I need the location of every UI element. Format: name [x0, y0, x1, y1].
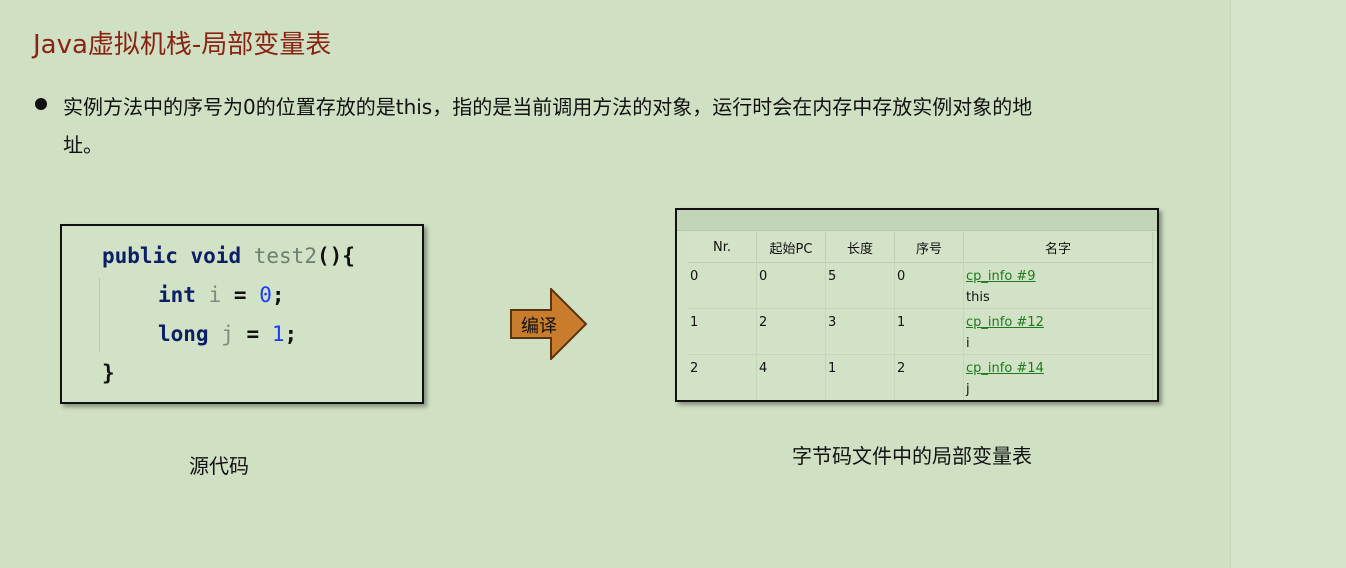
column-header: 序号	[894, 232, 964, 263]
compile-label: 编译	[521, 316, 557, 337]
local-variable-table: Nr. 起始PC 长度 序号 名字 0 0 5 0 cp_info #9 this…	[688, 232, 1153, 400]
number-literal: 0	[259, 283, 272, 307]
method-name: test2	[253, 244, 317, 268]
bullet-icon	[35, 98, 47, 110]
punctuation: ;	[271, 283, 285, 307]
code-line-1: public void test2(){	[102, 244, 355, 268]
table-row[interactable]: 2 4 1 2 cp_info #14 j	[688, 354, 1153, 400]
cell-nr: 0	[688, 262, 757, 309]
cell-start-pc: 2	[756, 308, 826, 355]
column-header: Nr.	[688, 232, 757, 263]
variable: j	[221, 322, 234, 346]
column-header: 起始PC	[756, 232, 826, 263]
indent-guide	[99, 278, 100, 352]
table-row[interactable]: 1 2 3 1 cp_info #12 i	[688, 308, 1153, 355]
cp-info-link[interactable]: cp_info #14	[966, 361, 1044, 376]
cell-index: 0	[894, 262, 964, 309]
code-line-4: }	[102, 361, 115, 385]
cell-name: cp_info #12 i	[963, 308, 1153, 355]
punctuation: (){	[316, 244, 355, 268]
variable-name: j	[966, 382, 970, 397]
number-literal: 1	[271, 322, 285, 346]
operator: =	[246, 322, 260, 346]
source-code-caption: 源代码	[189, 454, 249, 478]
column-header: 名字	[963, 232, 1153, 263]
side-panel	[1230, 0, 1346, 568]
variable-name: this	[966, 290, 990, 305]
keyword: int	[158, 283, 196, 307]
cell-length: 1	[825, 354, 895, 400]
keyword: public	[102, 244, 178, 268]
cell-index: 1	[894, 308, 964, 355]
cell-name: cp_info #14 j	[963, 354, 1153, 400]
code-line-3: long j = 1;	[158, 322, 297, 346]
cell-nr: 1	[688, 308, 757, 355]
table-row[interactable]: 0 0 5 0 cp_info #9 this	[688, 262, 1153, 309]
punctuation: ;	[284, 322, 298, 346]
source-code-box: public void test2(){ int i = 0; long j =…	[60, 224, 424, 404]
panel-toolbar	[677, 210, 1157, 231]
cell-name: cp_info #9 this	[963, 262, 1153, 309]
column-header: 长度	[825, 232, 895, 263]
table-header-row: Nr. 起始PC 长度 序号 名字	[688, 232, 1153, 263]
variable: i	[208, 283, 222, 307]
keyword: long	[158, 322, 209, 346]
code-line-2: int i = 0;	[158, 283, 285, 307]
keyword: void	[190, 244, 242, 268]
bullet-text: 实例方法中的序号为0的位置存放的是this，指的是当前调用方法的对象，运行时会在…	[63, 95, 1033, 157]
cell-length: 3	[825, 308, 895, 355]
cell-nr: 2	[688, 354, 757, 400]
cp-info-link[interactable]: cp_info #12	[966, 315, 1044, 330]
cell-start-pc: 0	[756, 262, 826, 309]
bytecode-caption: 字节码文件中的局部变量表	[792, 444, 1032, 468]
operator: =	[233, 283, 247, 307]
slide-title: Java虚拟机栈-局部变量表	[33, 30, 332, 60]
cell-start-pc: 4	[756, 354, 826, 400]
cp-info-link[interactable]: cp_info #9	[966, 269, 1036, 284]
cell-index: 2	[894, 354, 964, 400]
variable-name: i	[966, 336, 970, 351]
cell-length: 5	[825, 262, 895, 309]
bytecode-viewer-panel: Nr. 起始PC 长度 序号 名字 0 0 5 0 cp_info #9 this…	[675, 208, 1159, 402]
